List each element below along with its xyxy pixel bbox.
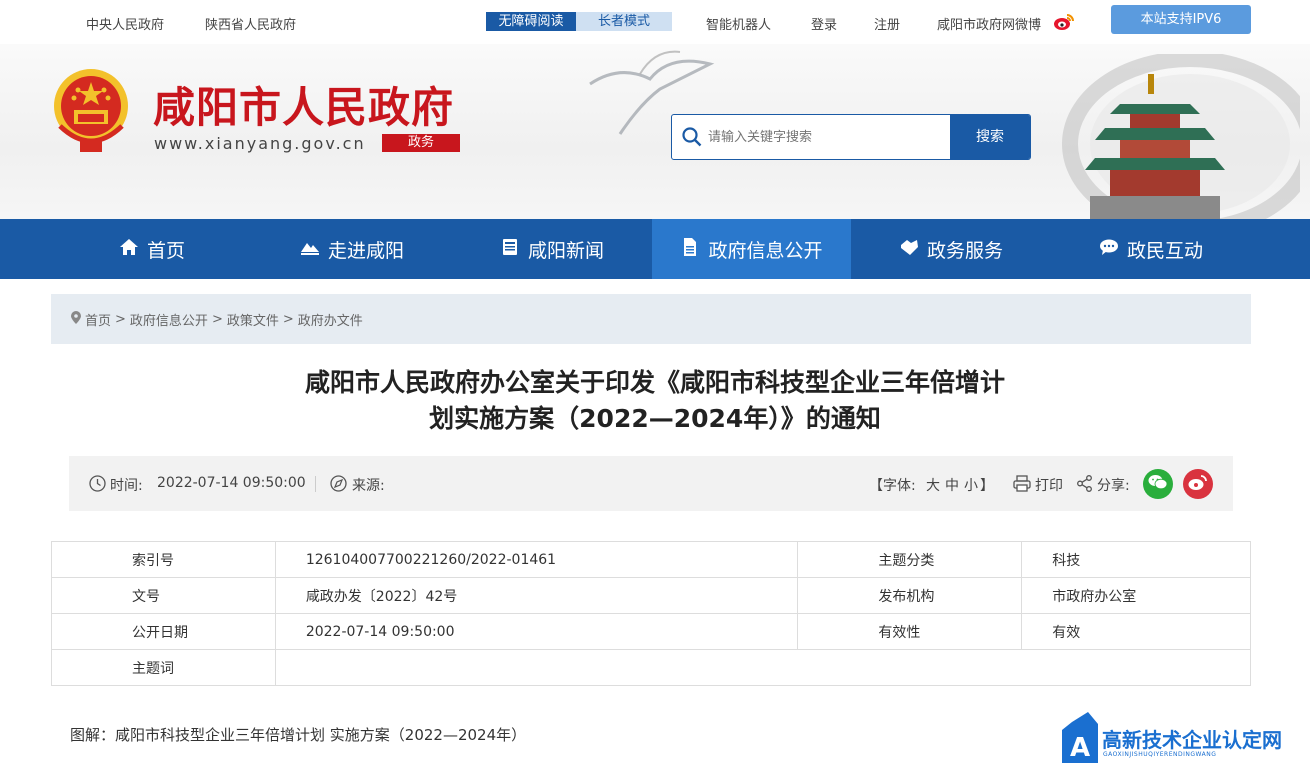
login-link[interactable]: 登录: [811, 14, 837, 33]
weibo-icon[interactable]: [1053, 12, 1075, 36]
national-emblem-logo: [54, 69, 128, 152]
document-icon: [680, 237, 700, 262]
ipv6-badge[interactable]: 本站支持IPV6: [1111, 5, 1251, 34]
table-label: 有效性: [797, 613, 1023, 650]
handshake-icon: [899, 237, 919, 262]
news-icon: [500, 237, 520, 262]
table-value: 科技: [1021, 541, 1251, 578]
table-row: 公开日期 2022-07-14 09:50:00 有效性 有效: [51, 613, 1251, 650]
register-link[interactable]: 注册: [874, 14, 900, 33]
table-label: 索引号: [51, 541, 276, 578]
table-value: 咸政办发〔2022〕42号: [274, 577, 799, 614]
article-title-line2: 划实施方案（2022—2024年）》的通知: [429, 404, 881, 433]
table-value: 2022-07-14 09:50:00: [274, 613, 799, 650]
printer-icon[interactable]: [1013, 475, 1031, 496]
top-bar: 中央人民政府 陕西省人民政府 无障碍阅读 长者模式 智能机器人 登录 注册 咸阳…: [0, 0, 1310, 44]
article-title: 咸阳市人民政府办公室关于印发《咸阳市科技型企业三年倍增计 划实施方案（2022—…: [200, 365, 1110, 437]
time-value: 2022-07-14 09:50:00: [157, 475, 306, 491]
search-icon: [682, 127, 702, 151]
table-value: [274, 649, 1252, 686]
breadcrumb: 首页 > 政府信息公开 > 政策文件 > 政府办文件: [51, 294, 1251, 344]
home-icon: [119, 237, 139, 262]
mountain-icon: [300, 237, 320, 262]
elder-mode-button[interactable]: 长者模式: [576, 12, 672, 31]
search-box: 搜索: [671, 114, 1031, 160]
table-value: 有效: [1021, 613, 1251, 650]
nav-item-services[interactable]: 政务服务: [851, 219, 1051, 279]
print-button[interactable]: 打印: [1035, 475, 1063, 495]
table-row: 索引号 126104007700221260/2022-01461 主题分类 科…: [51, 541, 1251, 578]
link-central-government[interactable]: 中央人民政府: [86, 14, 164, 33]
watermark-subtext: GAOXINJISHUQIYERENDINGWANG: [1103, 751, 1217, 758]
site-header: 咸阳市人民政府 www.xianyang.gov.cn 政务 搜索: [0, 44, 1310, 219]
article-title-line1: 咸阳市人民政府办公室关于印发《咸阳市科技型企业三年倍增计: [304, 368, 1005, 397]
location-pin-icon: [71, 310, 81, 328]
clock-icon: [89, 475, 106, 496]
table-label: 主题词: [51, 649, 276, 686]
divider: [315, 476, 316, 492]
font-size-label: 【字体:: [869, 478, 916, 494]
weibo-link[interactable]: 咸阳市政府网微博: [937, 14, 1041, 33]
site-title: 咸阳市人民政府: [153, 83, 455, 132]
breadcrumb-gov-docs[interactable]: 政府办文件: [298, 310, 363, 329]
wechat-icon: [1148, 474, 1168, 494]
share-label: 分享:: [1097, 478, 1130, 494]
font-medium-button[interactable]: 中: [945, 475, 959, 495]
breadcrumb-gov-info[interactable]: 政府信息公开: [130, 310, 208, 329]
robot-link[interactable]: 智能机器人: [706, 14, 771, 33]
font-small-button[interactable]: 小: [964, 475, 978, 495]
nav-item-news[interactable]: 咸阳新闻: [452, 219, 652, 279]
weibo-icon: [1188, 474, 1208, 495]
nav-item-about[interactable]: 走进咸阳: [252, 219, 452, 279]
table-label: 发布机构: [797, 577, 1023, 614]
breadcrumb-policy[interactable]: 政策文件: [227, 310, 279, 329]
table-value: 126104007700221260/2022-01461: [274, 541, 799, 578]
font-large-button[interactable]: 大: [926, 475, 940, 495]
table-row: 文号 咸政办发〔2022〕42号 发布机构 市政府办公室: [51, 577, 1251, 614]
nav-item-interaction[interactable]: 政民互动: [1051, 219, 1251, 279]
svg-text:A: A: [1070, 733, 1090, 763]
font-size-close: 】: [980, 478, 994, 494]
nav-item-label: 走进咸阳: [327, 239, 404, 262]
table-label: 主题分类: [797, 541, 1023, 578]
nav-item-label: 政务服务: [926, 239, 1003, 262]
share-icon: [1076, 475, 1093, 496]
chat-icon: [1099, 237, 1119, 262]
nav-item-label: 政民互动: [1126, 239, 1203, 262]
watermark-text: 高新技术企业认定网: [1102, 728, 1282, 752]
nav-item-label: 咸阳新闻: [527, 239, 604, 262]
time-label: 时间:: [110, 478, 143, 494]
link-shaanxi-government[interactable]: 陕西省人民政府: [205, 14, 296, 33]
reading-mode-switch: 无障碍阅读 长者模式: [486, 12, 672, 31]
table-label: 文号: [51, 577, 276, 614]
pavilion-image: [1085, 74, 1225, 219]
table-value: 市政府办公室: [1021, 577, 1251, 614]
table-label: 公开日期: [51, 613, 276, 650]
nav-item-gov-info[interactable]: 政府信息公开: [652, 219, 851, 279]
wechat-share-button[interactable]: [1143, 469, 1173, 499]
article-meta-bar: 时间: 2022-07-14 09:50:00 来源: 【字体: 大 中 小 】…: [69, 456, 1233, 511]
nav-item-label: 政府信息公开: [708, 239, 823, 262]
nav-item-label: 首页: [146, 239, 185, 262]
site-url: www.xianyang.gov.cn: [154, 134, 366, 153]
weibo-share-button[interactable]: [1183, 469, 1213, 499]
source-label: 来源:: [352, 478, 385, 494]
search-button[interactable]: 搜索: [950, 115, 1030, 159]
document-info-table: 索引号 126104007700221260/2022-01461 主题分类 科…: [51, 541, 1252, 686]
main-nav: 首页 走进咸阳 咸阳新闻 政府信息公开 政务服务 政民互动: [0, 219, 1310, 279]
site-tag: 政务: [382, 134, 460, 152]
accessibility-button[interactable]: 无障碍阅读: [486, 12, 576, 31]
table-row: 主题词: [51, 649, 1252, 686]
article-body-text: 图解：咸阳市科技型企业三年倍增计划 实施方案（2022—2024年）: [70, 726, 527, 744]
compass-icon: [330, 475, 347, 496]
nav-item-home[interactable]: 首页: [52, 219, 252, 279]
breadcrumb-home[interactable]: 首页: [85, 310, 111, 329]
search-input[interactable]: [708, 115, 948, 159]
